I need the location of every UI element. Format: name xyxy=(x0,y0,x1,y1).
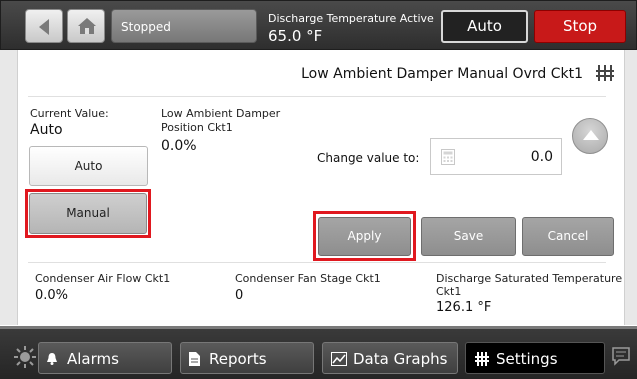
stop-button[interactable]: Stop xyxy=(534,10,626,43)
condenser-fan-stage-label: Condenser Fan Stage Ckt1 xyxy=(235,272,381,285)
nav-settings-label: Settings xyxy=(496,350,558,368)
condenser-fan-stage-value: 0 xyxy=(235,288,244,303)
settings-icon xyxy=(475,352,489,366)
top-bar: Stopped Discharge Temperature Active 65.… xyxy=(0,0,637,50)
bell-icon xyxy=(47,353,57,365)
chart-icon xyxy=(331,352,347,366)
nav-alarms-label: Alarms xyxy=(67,350,119,368)
condenser-air-flow-label: Condenser Air Flow Ckt1 xyxy=(35,272,171,285)
position-label-line1: Low Ambient Damper xyxy=(161,107,281,120)
apply-button[interactable]: Apply xyxy=(318,217,411,256)
current-value: Auto xyxy=(30,122,63,138)
grid-icon xyxy=(596,65,614,81)
discharge-sat-temp-value: 126.1 °F xyxy=(436,300,492,315)
value-input-field[interactable]: 0.0 xyxy=(430,138,562,175)
save-button[interactable]: Save xyxy=(421,217,516,256)
up-arrow-icon xyxy=(583,130,599,140)
nav-data-graphs-label: Data Graphs xyxy=(353,350,448,368)
back-icon xyxy=(39,19,49,35)
nav-reports-button[interactable]: Reports xyxy=(180,342,314,374)
calculator-icon xyxy=(441,149,455,165)
brightness-icon[interactable] xyxy=(14,346,36,368)
content-frame-right xyxy=(624,50,637,325)
scroll-up-button[interactable] xyxy=(572,118,608,154)
content-frame-left xyxy=(0,50,18,325)
run-status-text: Stopped xyxy=(121,20,171,34)
bottom-nav-bar: Alarms Reports Data Graphs Settings xyxy=(0,326,637,379)
home-icon xyxy=(78,18,96,34)
manual-option-button[interactable]: Manual xyxy=(29,193,147,234)
nav-reports-label: Reports xyxy=(209,350,267,368)
readout-separator xyxy=(28,262,606,263)
change-value-label: Change value to: xyxy=(317,151,420,165)
discharge-temp-value: 65.0 °F xyxy=(268,27,323,45)
condenser-air-flow-value: 0.0% xyxy=(35,288,69,303)
discharge-sat-temp-label-line1: Discharge Saturated Temperature xyxy=(436,272,623,285)
nav-alarms-button[interactable]: Alarms xyxy=(38,342,172,374)
auto-mode-button[interactable]: Auto xyxy=(441,10,528,43)
current-value-label: Current Value: xyxy=(30,107,109,120)
nav-data-graphs-button[interactable]: Data Graphs xyxy=(322,342,458,374)
home-button[interactable] xyxy=(67,9,105,43)
run-status-display: Stopped xyxy=(111,9,257,43)
cancel-button[interactable]: Cancel xyxy=(522,217,614,256)
document-icon xyxy=(189,352,200,366)
position-label-line2: Position Ckt1 xyxy=(161,121,233,134)
title-separator xyxy=(28,96,606,97)
back-button[interactable] xyxy=(25,9,63,43)
discharge-sat-temp-label-line2: Ckt1 xyxy=(436,285,462,298)
discharge-temp-label: Discharge Temperature Active xyxy=(268,12,434,25)
position-value: 0.0% xyxy=(161,138,197,154)
page-title: Low Ambient Damper Manual Ovrd Ckt1 xyxy=(301,66,583,82)
input-value: 0.0 xyxy=(530,149,553,165)
auto-option-button[interactable]: Auto xyxy=(29,146,148,186)
nav-settings-button[interactable]: Settings xyxy=(465,342,605,374)
chat-icon[interactable] xyxy=(611,346,631,366)
